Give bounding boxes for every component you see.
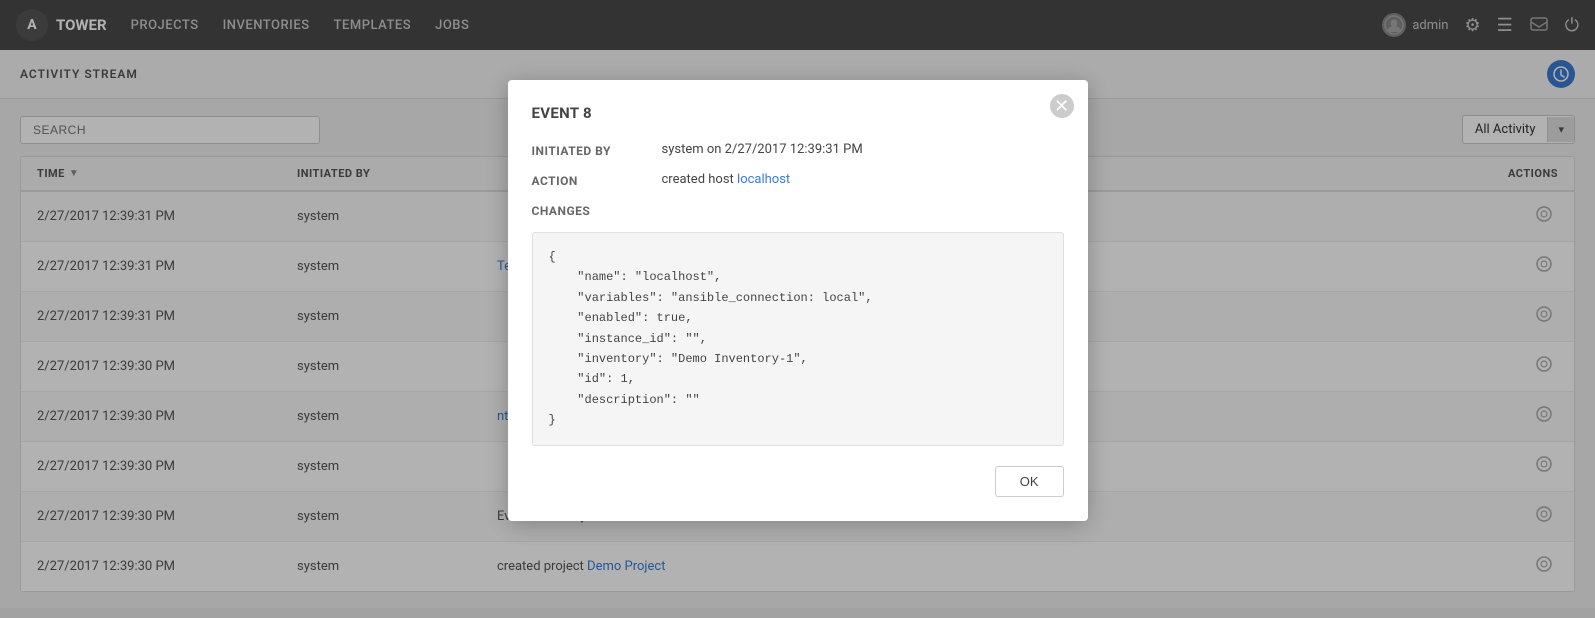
ok-button[interactable]: OK [995,466,1064,497]
changes-row: CHANGES [532,202,1064,218]
initiated-value: system on 2/27/2017 12:39:31 PM [662,142,1064,157]
modal-footer: OK [532,466,1064,497]
modal-overlay: ✕ EVENT 8 INITIATED BY system on 2/27/20… [0,0,1595,618]
modal-close-button[interactable]: ✕ [1050,94,1074,118]
changes-json-box: { "name": "localhost", "variables": "ans… [532,232,1064,446]
initiated-label: INITIATED BY [532,142,662,158]
action-link[interactable]: localhost [737,172,790,187]
changes-label: CHANGES [532,202,662,218]
action-label: ACTION [532,172,662,188]
action-value: created host localhost [662,172,1064,187]
action-text: created host [662,172,738,187]
event-detail-modal: ✕ EVENT 8 INITIATED BY system on 2/27/20… [508,80,1088,521]
modal-title: EVENT 8 [532,104,1064,122]
initiated-row: INITIATED BY system on 2/27/2017 12:39:3… [532,142,1064,158]
action-row: ACTION created host localhost [532,172,1064,188]
